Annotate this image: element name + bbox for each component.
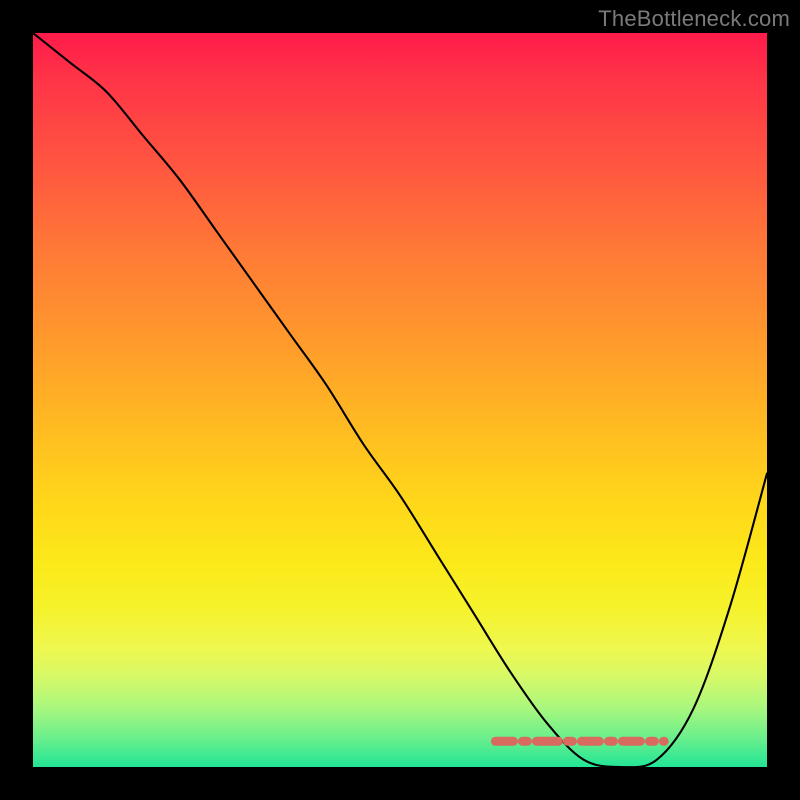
chart-plot-area <box>33 33 767 767</box>
chart-svg <box>33 33 767 767</box>
bottleneck-curve <box>33 33 767 767</box>
attribution-text: TheBottleneck.com <box>598 6 790 32</box>
